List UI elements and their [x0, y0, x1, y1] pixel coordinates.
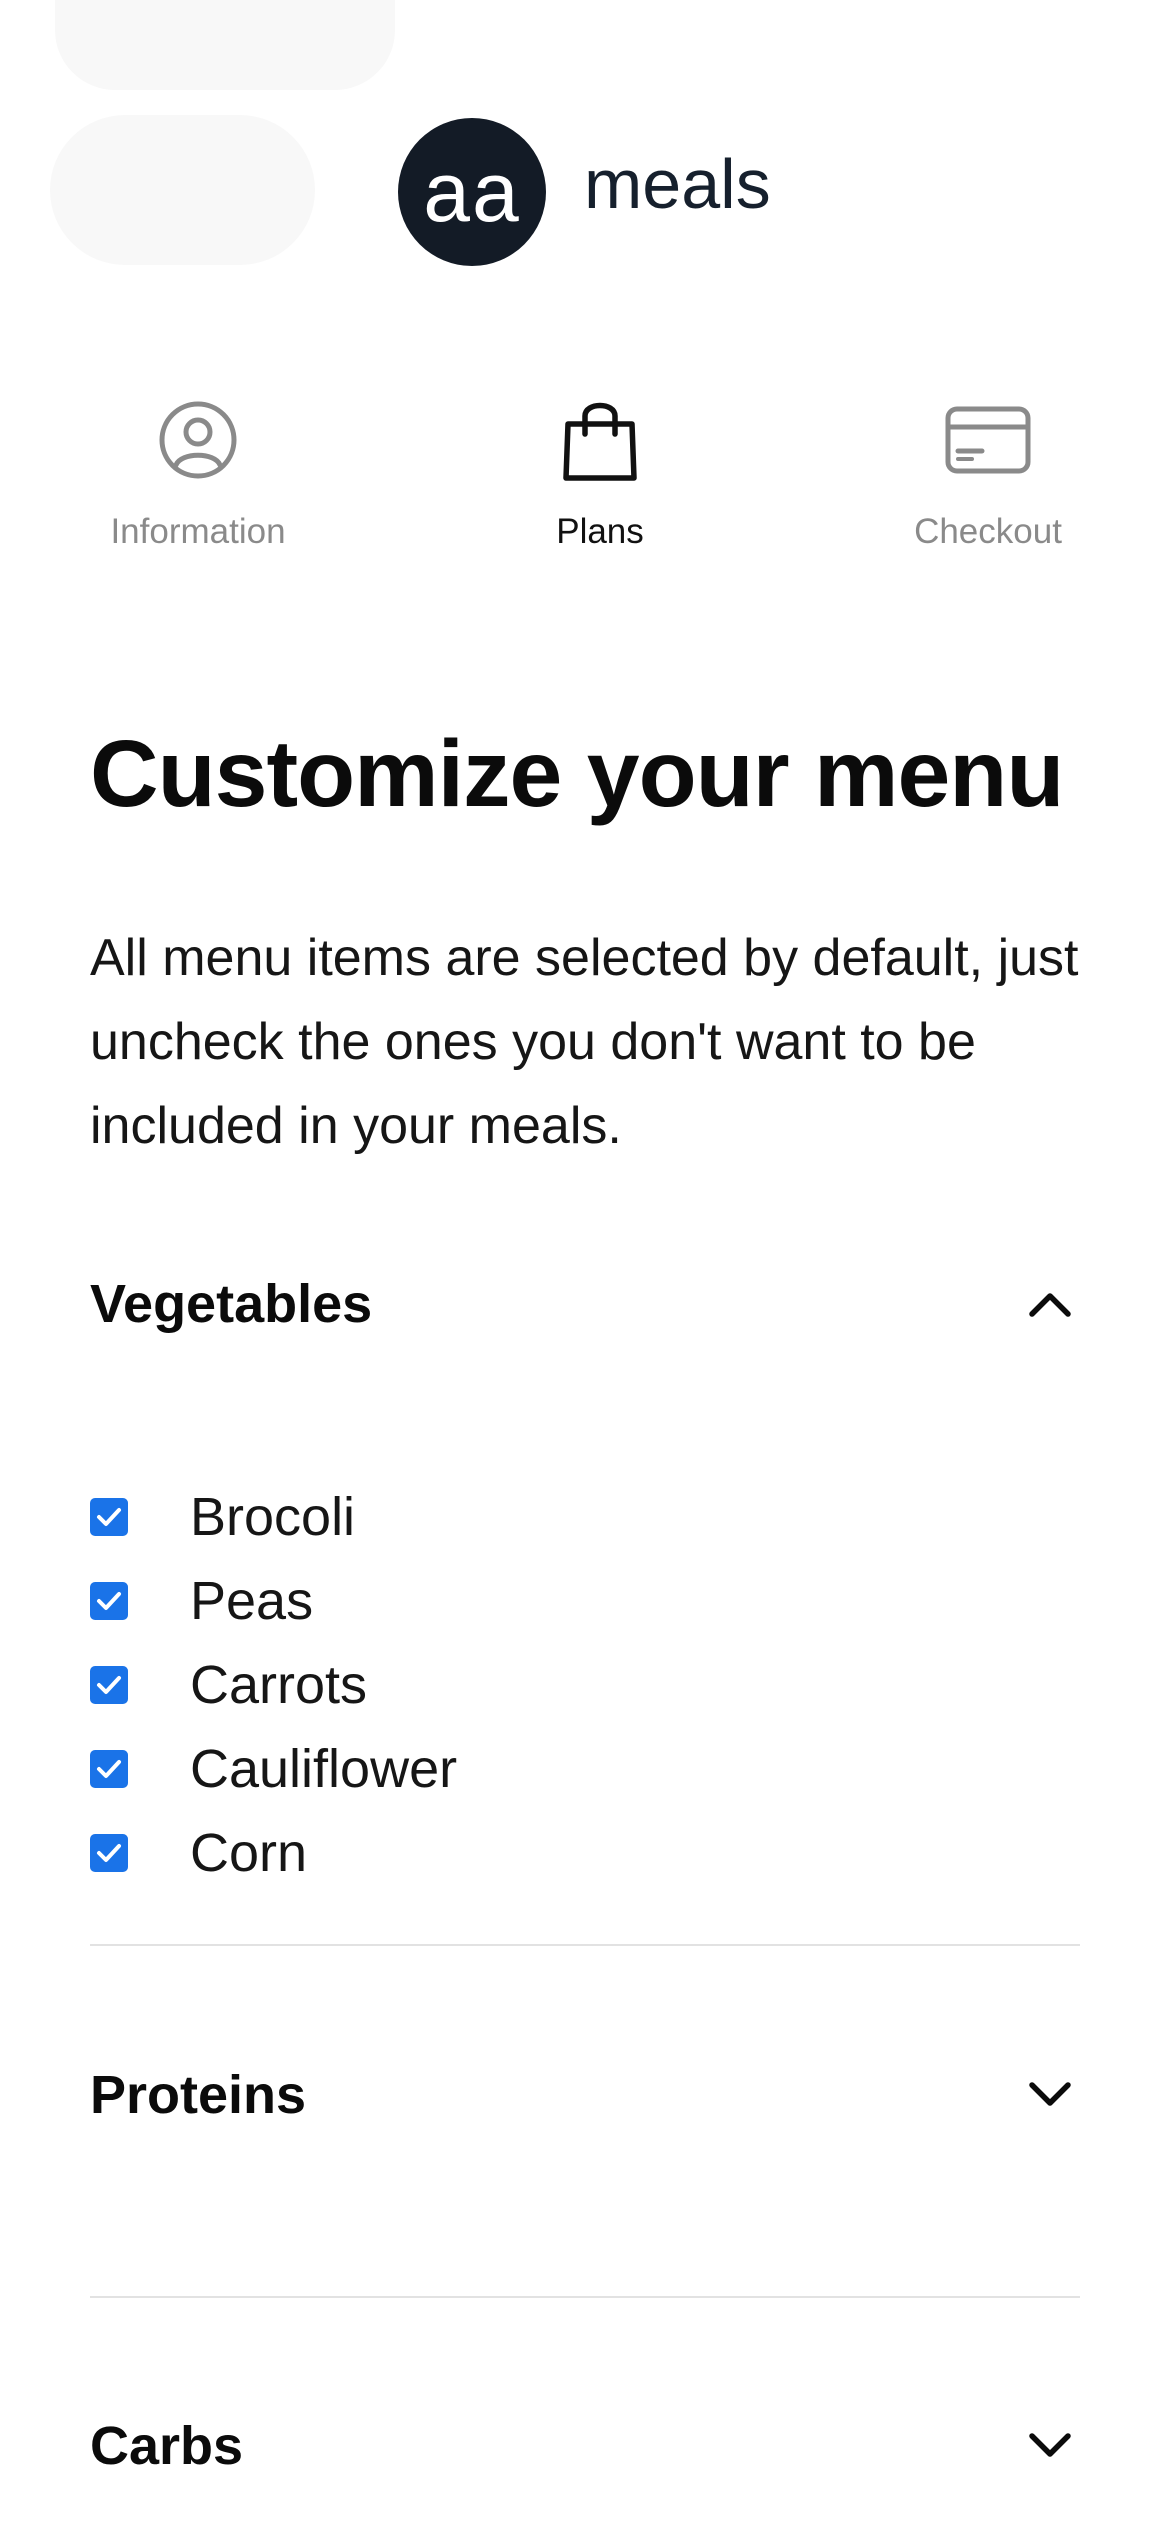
checkbox-checked[interactable]	[90, 1498, 128, 1536]
step-checkout[interactable]: Checkout	[838, 390, 1138, 552]
section-title: Carbs	[90, 2416, 244, 2476]
item-label: Peas	[190, 1571, 314, 1631]
item-label: Corn	[190, 1823, 308, 1883]
chevron-up-icon[interactable]	[1020, 1274, 1080, 1334]
checkbox-checked[interactable]	[90, 1750, 128, 1788]
list-item[interactable]: Peas	[90, 1559, 990, 1643]
step-label: Information	[110, 512, 286, 551]
brand-name: meals	[584, 145, 771, 223]
section-header-carbs[interactable]: Carbs	[90, 2406, 1080, 2486]
intro-text: All menu items are selected by default, …	[90, 929, 1079, 1155]
checkbox-checked[interactable]	[90, 1582, 128, 1620]
divider	[90, 2296, 1080, 2298]
shopping-bag-icon	[450, 390, 750, 490]
list-item[interactable]: Cauliflower	[90, 1727, 990, 1811]
chevron-down-icon[interactable]	[1020, 2416, 1080, 2476]
background-blob	[55, 0, 395, 90]
divider	[90, 1944, 1080, 1946]
item-label: Carrots	[190, 1655, 368, 1715]
checkout-steps: Information Plans Checkout	[0, 390, 1170, 570]
brand-header: aa meals	[0, 118, 1170, 268]
section-title: Proteins	[90, 2065, 307, 2125]
section-header-vegetables[interactable]: Vegetables	[90, 1264, 1080, 1344]
section-title: Vegetables	[90, 1274, 373, 1334]
vegetables-list: Brocoli Peas Carrots Cauliflower Corn	[90, 1475, 990, 1895]
item-label: Cauliflower	[190, 1739, 458, 1799]
checkbox-checked[interactable]	[90, 1666, 128, 1704]
step-plans[interactable]: Plans	[450, 390, 750, 552]
checkbox-checked[interactable]	[90, 1834, 128, 1872]
brand-logo[interactable]: aa	[398, 118, 546, 266]
list-item[interactable]: Carrots	[90, 1643, 990, 1727]
user-circle-icon	[48, 390, 348, 490]
list-item[interactable]: Corn	[90, 1811, 990, 1895]
item-label: Brocoli	[190, 1487, 356, 1547]
chevron-down-icon[interactable]	[1020, 2065, 1080, 2125]
step-label: Plans	[556, 512, 644, 551]
step-label: Checkout	[914, 512, 1062, 551]
credit-card-icon	[838, 390, 1138, 490]
brand-logo-text: aa	[423, 144, 521, 239]
list-item[interactable]: Brocoli	[90, 1475, 990, 1559]
page-title: Customize your menu	[90, 721, 1064, 827]
step-information[interactable]: Information	[48, 390, 348, 552]
section-header-proteins[interactable]: Proteins	[90, 2055, 1080, 2135]
